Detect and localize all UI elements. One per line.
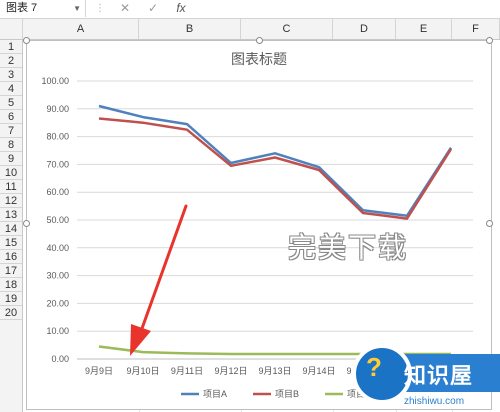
row-header-4[interactable]: 4 <box>0 82 22 96</box>
row-header-12[interactable]: 12 <box>0 194 22 208</box>
y-tick-label: 80.00 <box>46 132 69 142</box>
row-header-9[interactable]: 9 <box>0 152 22 166</box>
y-tick-label: 0.00 <box>51 354 69 364</box>
column-headers: A B C D E F <box>0 19 500 40</box>
row-header-17[interactable]: 17 <box>0 264 22 278</box>
resize-handle-right[interactable] <box>486 220 493 227</box>
logo-subtitle: zhishiwu.com <box>404 396 465 407</box>
row-header-7[interactable]: 7 <box>0 124 22 138</box>
row-header-3[interactable]: 3 <box>0 68 22 82</box>
y-tick-label: 20.00 <box>46 298 69 308</box>
select-all-corner[interactable] <box>0 19 23 39</box>
cancel-icon[interactable]: ✕ <box>116 0 134 17</box>
question-icon: ? <box>366 352 382 382</box>
column-header-b[interactable]: B <box>139 19 241 39</box>
row-header-18[interactable]: 18 <box>0 278 22 292</box>
legend-label[interactable]: 项目A <box>203 389 227 399</box>
x-tick-label: 9月12日 <box>214 366 247 376</box>
row-headers: 1 2 3 4 5 6 7 8 9 10 11 12 13 14 15 16 17 18 19 20 <box>0 40 23 412</box>
resize-handle-top-left[interactable] <box>23 37 30 44</box>
column-header-d[interactable]: D <box>333 19 396 39</box>
row-header-15[interactable]: 15 <box>0 236 22 250</box>
watermark: 完美下载 <box>288 231 409 264</box>
row-header-8[interactable]: 8 <box>0 138 22 152</box>
resize-handle-top-right[interactable] <box>486 37 493 44</box>
x-tick-label: 9月11日 <box>171 366 203 376</box>
resize-handle-left[interactable] <box>23 220 30 227</box>
more-icon: ⋮ <box>95 3 105 14</box>
y-tick-label: 50.00 <box>46 215 69 225</box>
column-header-e[interactable]: E <box>396 19 452 39</box>
row-header-11[interactable]: 11 <box>0 180 22 194</box>
x-tick-label: 9月9日 <box>85 366 113 376</box>
formula-bar: 图表 7 ▼ ⋮ ✕ ✓ fx <box>0 0 500 19</box>
name-box[interactable]: 图表 7 ▼ <box>0 0 86 17</box>
series-line-2[interactable] <box>98 117 453 220</box>
row-header-19[interactable]: 19 <box>0 292 22 306</box>
row-header-16[interactable]: 16 <box>0 250 22 264</box>
chart-title[interactable]: 图表标题 <box>231 51 287 67</box>
insert-function-icon[interactable]: fx <box>172 0 190 17</box>
column-header-c[interactable]: C <box>241 19 333 39</box>
row-header-6[interactable]: 6 <box>0 110 22 124</box>
x-tick-label: 9月10日 <box>126 366 159 376</box>
resize-handle-top[interactable] <box>256 37 263 44</box>
y-tick-label: 70.00 <box>46 159 69 169</box>
y-tick-label: 40.00 <box>46 243 69 253</box>
row-header-2[interactable]: 2 <box>0 54 22 68</box>
row-header-20[interactable]: 20 <box>0 306 22 320</box>
name-box-value: 图表 7 <box>6 2 38 14</box>
x-tick-label: 9月13日 <box>258 366 291 376</box>
y-tick-label: 60.00 <box>46 187 69 197</box>
row-header-10[interactable]: 10 <box>0 166 22 180</box>
row-header-5[interactable]: 5 <box>0 96 22 110</box>
site-logo-badge: ? 知识屋 zhishiwu.com <box>342 336 500 412</box>
logo-circle <box>352 344 412 404</box>
x-tick-label: 9月14日 <box>302 366 335 376</box>
y-tick-label: 10.00 <box>46 326 69 336</box>
row-header-14[interactable]: 14 <box>0 222 22 236</box>
chevron-down-icon[interactable]: ▼ <box>73 0 81 17</box>
y-tick-label: 30.00 <box>46 271 69 281</box>
column-header-f[interactable]: F <box>452 19 500 39</box>
column-header-a[interactable]: A <box>23 19 139 39</box>
legend-label[interactable]: 项目B <box>275 389 299 399</box>
row-header-13[interactable]: 13 <box>0 208 22 222</box>
logo-title: 知识屋 <box>404 363 474 388</box>
row-header-1[interactable]: 1 <box>0 40 22 54</box>
enter-icon[interactable]: ✓ <box>144 0 162 17</box>
series-line-1[interactable] <box>98 104 453 218</box>
y-tick-label: 90.00 <box>46 104 69 114</box>
y-tick-label: 100.00 <box>41 76 69 86</box>
